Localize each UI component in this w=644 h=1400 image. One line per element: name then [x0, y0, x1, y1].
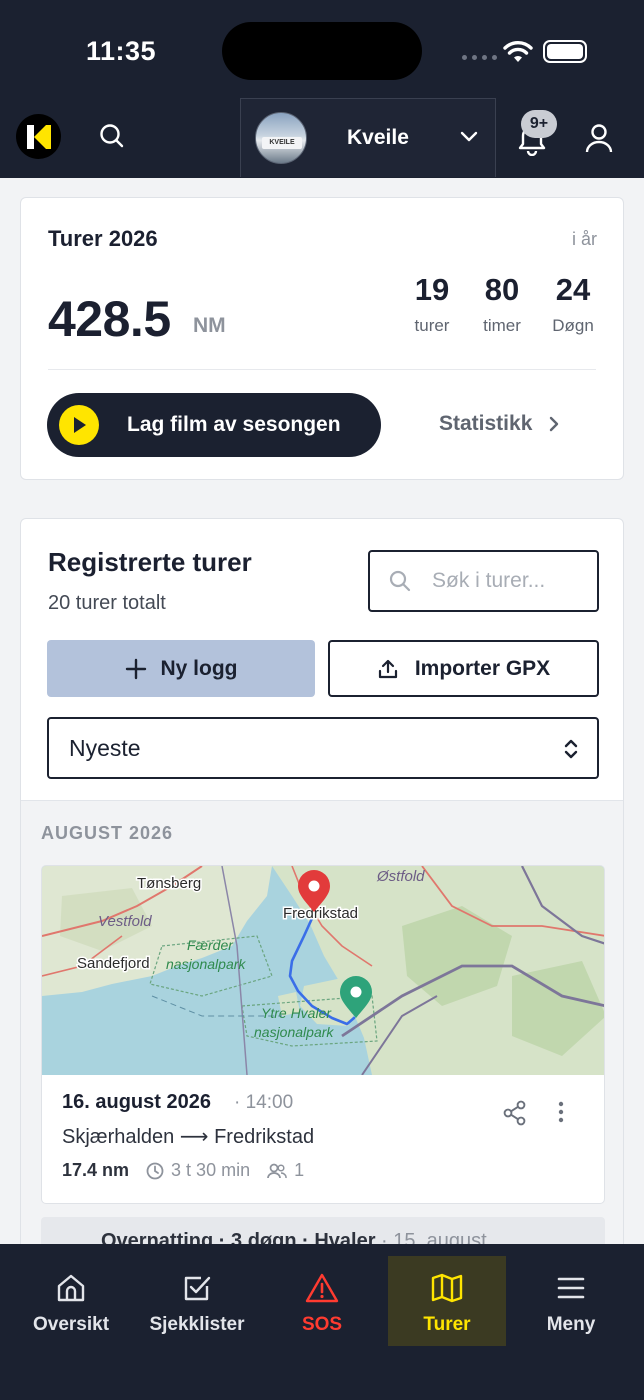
stat-label: Døgn	[552, 316, 594, 335]
stat-label: turer	[414, 316, 450, 335]
tab-label: Turer	[423, 1314, 471, 1335]
trip-meta: 17.4 nm 3 t 30 min 1	[62, 1160, 304, 1181]
tab-label: Meny	[546, 1314, 596, 1335]
map-label: Færder	[187, 937, 234, 953]
tab-oversikt[interactable]: Oversikt	[12, 1256, 130, 1346]
distance-unit: NM	[193, 314, 226, 337]
search-icon	[389, 570, 411, 592]
user-icon[interactable]	[584, 122, 614, 154]
share-icon[interactable]	[502, 1100, 528, 1126]
map-label: Østfold	[376, 868, 425, 885]
trips-count: 20 turer totalt	[48, 592, 166, 614]
more-vertical-icon[interactable]	[557, 1100, 565, 1124]
upload-icon	[378, 659, 397, 678]
battery-icon	[543, 40, 587, 63]
map-label: nasjonalpark	[254, 1024, 334, 1040]
make-season-film-button[interactable]: Lag film av sesongen	[47, 393, 381, 457]
play-icon	[59, 405, 99, 445]
trip-distance: 17.4 nm	[62, 1160, 130, 1180]
stat-value: 19	[414, 272, 450, 307]
sort-value: Nyeste	[69, 734, 141, 761]
boat-name: Kveile	[347, 126, 409, 149]
trip-time: · 14:00	[234, 1092, 294, 1113]
summary-title: Turer 2026	[48, 226, 158, 251]
trip-card[interactable]: Tønsberg Vestfold Fredrikstad Østfold Fæ…	[41, 865, 605, 1204]
trip-date: 16. august 2026	[62, 1091, 211, 1113]
map-label: Fredrikstad	[283, 905, 358, 922]
home-icon	[57, 1274, 85, 1302]
statistics-link-label: Statistikk	[439, 412, 533, 435]
people-icon	[267, 1163, 287, 1178]
registered-trips-card: Registrerte turer 20 turer totalt Søk i …	[20, 518, 624, 1258]
trip-search-input[interactable]: Søk i turer...	[368, 550, 599, 612]
statistics-link[interactable]: Statistikk	[439, 412, 560, 436]
notification-badge: 9+	[521, 110, 557, 138]
map-icon	[431, 1273, 463, 1303]
trip-list: AUGUST 2026 Tønsberg Vestfold Fredriksta…	[21, 800, 623, 1257]
new-log-button[interactable]: Ny logg	[47, 640, 315, 697]
import-gpx-label: Importer GPX	[414, 656, 551, 680]
map-label: nasjonalpark	[166, 956, 246, 972]
sort-select[interactable]: Nyeste	[47, 717, 599, 779]
tab-bar: Oversikt Sjekklister SOS Turer Meny	[0, 1244, 644, 1400]
stat-days: 24 Døgn	[548, 272, 598, 336]
month-header: AUGUST 2026	[41, 823, 174, 843]
trip-route: Skjærhalden ⟶ Fredrikstad	[62, 1126, 315, 1148]
chevron-right-icon	[550, 416, 559, 432]
status-time: 11:35	[86, 36, 157, 66]
top-bar: 11:35 KVEILE Kveile 9+	[0, 0, 644, 178]
total-distance: 428.5	[48, 291, 171, 347]
map-label: Vestfold	[98, 913, 152, 930]
stat-value: 24	[555, 272, 591, 307]
tab-sjekklister[interactable]: Sjekklister	[138, 1256, 256, 1346]
summary-period: i år	[571, 229, 597, 249]
clock-icon	[146, 1162, 164, 1179]
stat-value: 80	[484, 272, 520, 307]
boat-hull-text: KVEILE	[262, 137, 302, 149]
chevron-down-icon	[460, 131, 478, 142]
search-placeholder: Søk i turer...	[432, 569, 546, 592]
boat-selector[interactable]: KVEILE Kveile	[240, 98, 496, 177]
boat-avatar: KVEILE	[255, 112, 307, 164]
search-icon[interactable]	[97, 121, 127, 151]
trip-people: 1	[294, 1160, 305, 1180]
season-summary-card: Turer 2026 i år 428.5 NM 19 turer 80 tim…	[20, 197, 624, 480]
chevron-up-down-icon	[564, 739, 578, 759]
hamburger-menu-icon	[557, 1277, 585, 1299]
k-logo-icon[interactable]	[16, 114, 61, 159]
divider	[48, 369, 596, 370]
stat-trips: 19 turer	[410, 272, 454, 336]
map-label: Tønsberg	[137, 875, 201, 892]
tab-label: Oversikt	[32, 1314, 110, 1335]
film-button-label: Lag film av sesongen	[127, 413, 341, 436]
map-label: Sandefjord	[77, 955, 150, 972]
import-gpx-button[interactable]: Importer GPX	[328, 640, 599, 697]
tab-label: Sjekklister	[149, 1314, 245, 1335]
wifi-icon	[503, 41, 533, 62]
new-log-label: Ny logg	[160, 656, 238, 680]
stat-hours: 80 timer	[477, 272, 527, 336]
warning-icon	[305, 1273, 339, 1303]
checklist-icon	[184, 1276, 211, 1301]
tab-meny[interactable]: Meny	[512, 1256, 630, 1346]
trip-duration: 3 t 30 min	[171, 1160, 251, 1180]
cellular-signal-icon	[462, 55, 497, 60]
trips-title: Registrerte turer	[48, 547, 252, 577]
dynamic-island	[222, 22, 422, 80]
trip-map[interactable]: Tønsberg Vestfold Fredrikstad Østfold Fæ…	[42, 866, 605, 1075]
stat-label: timer	[483, 316, 521, 335]
tab-turer[interactable]: Turer	[388, 1256, 506, 1346]
tab-label: SOS	[301, 1314, 343, 1335]
tab-sos[interactable]: SOS	[263, 1256, 381, 1346]
map-label: Ytre Hvaler	[261, 1005, 332, 1021]
plus-icon	[125, 658, 146, 679]
